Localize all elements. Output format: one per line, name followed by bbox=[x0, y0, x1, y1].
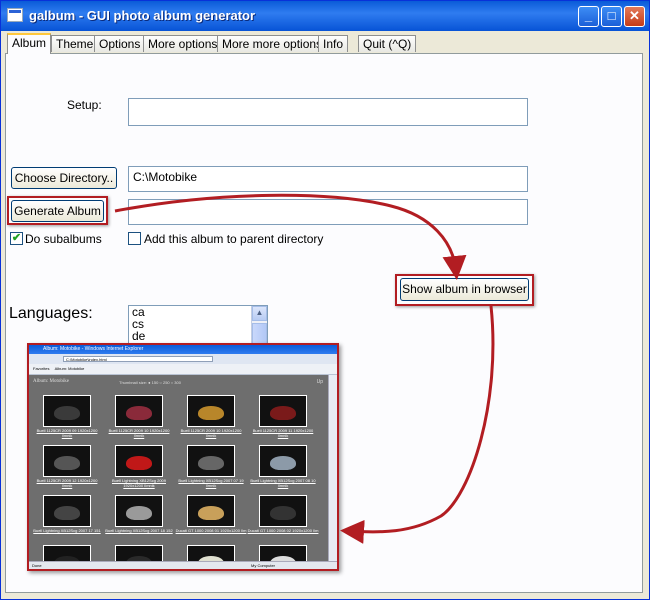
preview-thumbnail-caption: Buell Lightning XB12Scg 2009 1920x1200 I… bbox=[111, 478, 167, 488]
output-field[interactable] bbox=[128, 199, 528, 225]
tab-quit[interactable]: Quit (^Q) bbox=[358, 35, 417, 52]
preview-thumbnail-caption: Buell Lightning XB12Scg 2007 18 152 bbox=[105, 528, 173, 533]
languages-label: Languages: bbox=[9, 305, 93, 322]
preview-favorites: Favorites bbox=[33, 366, 50, 371]
tab-options[interactable]: Options bbox=[94, 35, 146, 52]
motorcycle-icon bbox=[126, 406, 152, 420]
preview-window-title: Album: Motobike - Windows Internet Explo… bbox=[29, 345, 337, 354]
generate-album-button[interactable]: Generate Album bbox=[11, 200, 104, 222]
tab-more-more-options[interactable]: More more options bbox=[217, 35, 328, 52]
browser-preview-image: Album: Motobike - Windows Internet Explo… bbox=[27, 343, 339, 571]
preview-thumbnail bbox=[43, 495, 91, 527]
preview-thumbnail-caption: Buell Lightning XB12Scg 2007 07 19 Ilmni… bbox=[178, 478, 244, 488]
preview-status-right: My Computer bbox=[251, 563, 276, 568]
add-to-parent-label: Add this album to parent directory bbox=[144, 232, 324, 246]
title-bar[interactable]: galbum - GUI photo album generator _ □ ✕ bbox=[1, 1, 649, 31]
preview-page: Album: Motobike Thumbnail size: ● 150 ○ … bbox=[29, 375, 329, 569]
maximize-button[interactable]: □ bbox=[601, 6, 622, 27]
tab-album[interactable]: Album bbox=[7, 33, 52, 54]
language-item[interactable]: cs bbox=[129, 318, 267, 330]
directory-field[interactable]: C:\Motobike bbox=[128, 166, 528, 192]
close-button[interactable]: ✕ bbox=[624, 6, 645, 27]
languages-scrollbar[interactable]: ▲ bbox=[251, 306, 267, 344]
preview-album-title: Album: Motobike bbox=[33, 379, 69, 384]
choose-directory-button[interactable]: Choose Directory.. bbox=[11, 167, 117, 189]
preview-thumbnail bbox=[259, 495, 307, 527]
preview-scrollbar bbox=[328, 375, 337, 562]
motorcycle-icon bbox=[198, 506, 224, 520]
preview-thumbnail bbox=[115, 495, 163, 527]
preview-thumbnail bbox=[115, 445, 163, 477]
motorcycle-icon bbox=[54, 506, 80, 520]
preview-favorite-item: Album: Motobike bbox=[54, 366, 85, 371]
languages-listbox[interactable]: ca cs de ▲ bbox=[128, 305, 268, 345]
setup-label: Setup: bbox=[67, 98, 102, 112]
motorcycle-icon bbox=[126, 456, 152, 470]
preview-status: Done bbox=[32, 563, 42, 568]
preview-thumbnail-caption: Buell Lightning XB12Scg 2007 17 151 bbox=[33, 528, 101, 533]
language-item[interactable]: de bbox=[129, 330, 267, 342]
app-window-icon bbox=[7, 8, 23, 22]
preview-address: C:\Motobike\index.html bbox=[63, 356, 213, 362]
preview-thumbnail bbox=[187, 495, 235, 527]
do-subalbums-checkbox[interactable]: ✔ bbox=[10, 232, 23, 245]
preview-thumbnail bbox=[43, 445, 91, 477]
preview-thumbnail-caption: Ducati GT 1000 2008 02 1920x1200 Ilm bbox=[247, 528, 319, 533]
preview-up-link: Up bbox=[316, 379, 323, 385]
preview-thumbnail bbox=[43, 395, 91, 427]
preview-thumbnail bbox=[259, 395, 307, 427]
add-to-parent-checkbox[interactable] bbox=[128, 232, 141, 245]
preview-thumbnail-caption: Buell 1125CR 2009 11 1920x1200 Ilmnik bbox=[252, 428, 314, 438]
preview-thumbnail-caption: Buell Lightning XB12Scg 2007 08 10 Ilmni… bbox=[250, 478, 316, 488]
motorcycle-icon bbox=[198, 456, 224, 470]
motorcycle-icon bbox=[270, 456, 296, 470]
tab-info[interactable]: Info bbox=[318, 35, 349, 52]
preview-thumbnail-size: Thumbnail size: ● 150 ○ 250 ○ 300 bbox=[119, 380, 181, 385]
motorcycle-icon bbox=[54, 406, 80, 420]
motorcycle-icon bbox=[198, 406, 224, 420]
preview-thumbnail bbox=[115, 395, 163, 427]
language-item[interactable]: ca bbox=[129, 306, 267, 318]
motorcycle-icon bbox=[270, 506, 296, 520]
preview-thumbnail-caption: Buell 1125CR 2009 10 1920x1200 Ilmnik bbox=[108, 428, 170, 438]
tab-theme[interactable]: Theme bbox=[51, 35, 99, 52]
preview-thumbnail-caption: Ducati GT 1000 2008 01 1920x1200 Ilm bbox=[175, 528, 247, 533]
preview-status-bar: Done My Computer bbox=[29, 561, 337, 569]
preview-thumbnail bbox=[187, 395, 235, 427]
scroll-up-icon[interactable]: ▲ bbox=[252, 306, 267, 321]
window-title: galbum - GUI photo album generator bbox=[29, 8, 256, 23]
scroll-thumb[interactable] bbox=[252, 323, 267, 344]
minimize-button[interactable]: _ bbox=[578, 6, 599, 27]
preview-thumbnail bbox=[187, 445, 235, 477]
setup-field[interactable] bbox=[128, 98, 528, 126]
preview-thumbnail-caption: Buell 1125CR 2009 10 1920x1200 Ilmnik bbox=[180, 428, 242, 438]
app-window: galbum - GUI photo album generator _ □ ✕… bbox=[0, 0, 650, 600]
preview-favorites-bar: Favorites Album: Motobike bbox=[29, 364, 337, 375]
motorcycle-icon bbox=[54, 456, 80, 470]
preview-thumbnail-caption: Buell 1125CR 2009 12 1920x1200 Ilmnik bbox=[36, 478, 98, 488]
motorcycle-icon bbox=[270, 406, 296, 420]
preview-thumbnail-caption: Buell 1125CR 2009 09 1920x1200 Ilmnik bbox=[36, 428, 98, 438]
preview-thumbnail bbox=[259, 445, 307, 477]
tab-more-options[interactable]: More options bbox=[143, 35, 223, 52]
do-subalbums-label: Do subalbums bbox=[25, 232, 102, 246]
motorcycle-icon bbox=[126, 506, 152, 520]
show-album-in-browser-button[interactable]: Show album in browser bbox=[400, 278, 529, 301]
